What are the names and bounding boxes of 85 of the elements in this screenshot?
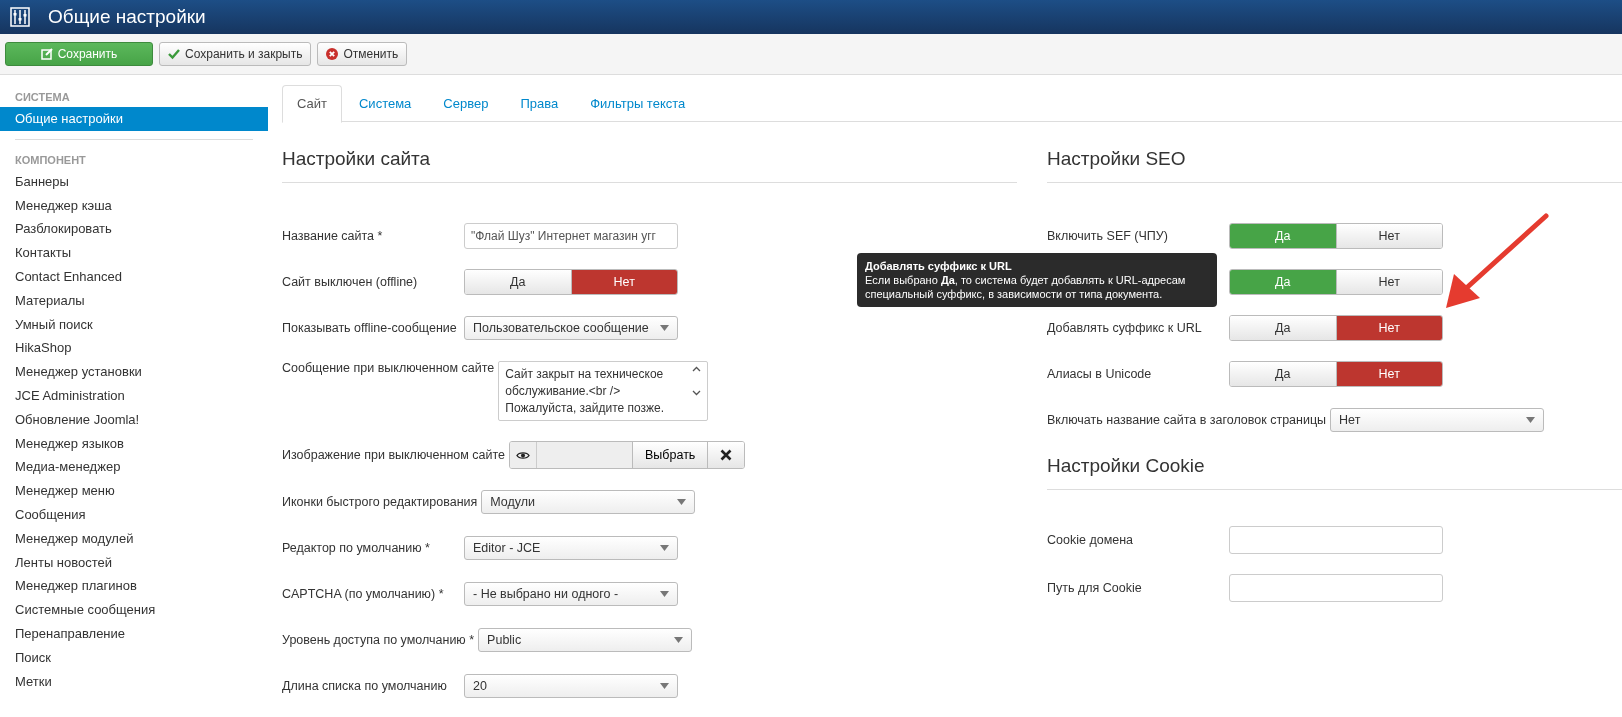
field-label: Изображение при выключенном сайте bbox=[282, 448, 507, 462]
field-label: Длина списка по умолчанию bbox=[282, 679, 448, 693]
field-label: Алиасы в Unicode bbox=[1047, 367, 1153, 381]
sidebar-item[interactable]: Менеджер модулей bbox=[0, 526, 268, 551]
no-option[interactable]: Нет bbox=[1335, 316, 1442, 340]
text-field[interactable]: "Флай Шуз" Интернет магазин угг bbox=[464, 223, 678, 249]
no-option[interactable]: Нет bbox=[1335, 224, 1442, 248]
caret-icon bbox=[660, 683, 669, 689]
text-area[interactable]: Сайт закрыт на техническое обслуживание.<br /> Пожалуйста, зайдите позже. bbox=[498, 361, 709, 421]
sidebar-heading: КОМПОНЕНТ bbox=[14, 152, 87, 168]
page-title: Общие настройки bbox=[48, 6, 206, 28]
tooltip-title: Добавлять суффикс к URL bbox=[865, 259, 1013, 273]
yes-option[interactable]: Да bbox=[465, 270, 571, 294]
sidebar-item[interactable]: Баннеры bbox=[0, 169, 268, 194]
caret-icon bbox=[660, 325, 669, 331]
field-label: Добавлять суффикс к URL bbox=[1047, 321, 1203, 335]
dropdown[interactable]: Editor - JCE bbox=[464, 536, 678, 560]
section-title: Настройки Cookie bbox=[1047, 455, 1622, 490]
no-option[interactable]: Нет bbox=[1335, 362, 1442, 386]
tab[interactable]: Сервер bbox=[428, 85, 504, 121]
field-label: Сайт выключен (offline) bbox=[282, 275, 419, 289]
field-label: Сообщение при выключенном сайте bbox=[282, 361, 496, 375]
sidebar-item[interactable]: Сообщения bbox=[0, 502, 268, 527]
field-label: Cookie домена bbox=[1047, 533, 1135, 547]
sidebar-item[interactable]: Общие настройки bbox=[0, 107, 268, 131]
checkmark-icon bbox=[168, 48, 180, 60]
yes-option[interactable]: Да bbox=[1230, 316, 1336, 340]
dropdown[interactable]: Модули bbox=[481, 490, 696, 514]
sidebar-item[interactable]: Перенаправление bbox=[0, 621, 268, 646]
sidebar-item[interactable]: Менеджер плагинов bbox=[0, 574, 268, 599]
sidebar-item[interactable]: Материалы bbox=[0, 288, 268, 313]
sidebar-item[interactable]: Обновление Joomla! bbox=[0, 407, 268, 432]
tab[interactable]: Права bbox=[505, 85, 574, 121]
dropdown[interactable]: Нет bbox=[1330, 408, 1545, 432]
dropdown[interactable]: - Не выбрано ни одного - bbox=[464, 582, 678, 606]
sidebar-item[interactable]: Менеджер языков bbox=[0, 431, 268, 456]
edit-icon bbox=[40, 48, 53, 60]
sidebar-item[interactable]: Медиа-менеджер bbox=[0, 455, 268, 480]
text-field[interactable] bbox=[1229, 574, 1443, 602]
sidebar-item[interactable]: Ленты новостей bbox=[0, 550, 268, 575]
sidebar-heading: СИСТЕМА bbox=[14, 90, 71, 105]
tab[interactable]: Сайт bbox=[282, 85, 342, 123]
no-option[interactable]: Нет bbox=[570, 270, 677, 294]
field-label: Название сайта * bbox=[282, 229, 384, 243]
sidebar-item[interactable]: Умный поиск bbox=[0, 312, 268, 337]
sidebar-item[interactable]: Менеджер установки bbox=[0, 360, 268, 384]
no-option[interactable]: Нет bbox=[1335, 270, 1442, 294]
apply-button[interactable]: Сохранить и закрыть bbox=[159, 42, 312, 66]
field-label: Уровень доступа по умолчанию * bbox=[282, 633, 476, 647]
cancel-icon bbox=[326, 48, 339, 60]
dropdown[interactable]: Пользовательское сообщение bbox=[464, 316, 678, 340]
sliders-icon bbox=[10, 7, 30, 27]
field-label: Включать название сайта в заголовок страницы bbox=[1047, 413, 1328, 427]
sidebar-item[interactable]: Разблокировать bbox=[0, 217, 268, 242]
sidebar-item[interactable]: Контакты bbox=[0, 241, 268, 265]
tooltip-text: Если выбрано Да, то система будет добавлять к URL-адресам специальный суффикс, в зависимости от типа документа. bbox=[865, 273, 1187, 301]
section-title: Настройки SEO bbox=[1047, 148, 1622, 183]
yes-option[interactable]: Да bbox=[1230, 362, 1336, 386]
sidebar-item[interactable]: Метки bbox=[0, 669, 268, 694]
sidebar-item[interactable]: Contact Enhanced bbox=[0, 265, 268, 289]
field-label: Иконки быстрого редактирования bbox=[282, 495, 479, 509]
sidebar-item[interactable]: JCE Administration bbox=[0, 383, 268, 408]
scroll-arrows-icon bbox=[692, 366, 702, 396]
sidebar-item[interactable]: Менеджер меню bbox=[0, 479, 268, 503]
cancel-button[interactable]: Отменить bbox=[317, 42, 408, 66]
caret-icon bbox=[660, 545, 669, 551]
field-label: Путь для Cookie bbox=[1047, 581, 1143, 595]
sidebar-item[interactable]: HikaShop bbox=[0, 336, 268, 361]
field-label: Редактор по умолчанию * bbox=[282, 541, 431, 555]
field-label: Показывать offline-сообщение bbox=[282, 321, 458, 335]
caret-icon bbox=[677, 499, 687, 505]
field-label: CAPTCHA (по умолчанию) * bbox=[282, 587, 445, 601]
sidebar-item[interactable]: Системные сообщения bbox=[0, 598, 268, 622]
tab[interactable]: Система bbox=[344, 85, 427, 121]
caret-icon bbox=[660, 591, 669, 597]
tab[interactable]: Фильтры текста bbox=[575, 85, 701, 121]
dropdown[interactable]: Public bbox=[478, 628, 693, 652]
text-field[interactable] bbox=[1229, 526, 1443, 554]
caret-icon bbox=[1526, 417, 1536, 423]
dropdown[interactable]: 20 bbox=[464, 674, 678, 698]
section-title: Настройки сайта bbox=[282, 148, 1017, 183]
sidebar-item[interactable]: Поиск bbox=[0, 645, 268, 670]
sidebar-item[interactable]: Менеджер кэша bbox=[0, 193, 268, 218]
caret-icon bbox=[674, 637, 684, 643]
field-label: Включить SEF (ЧПУ) bbox=[1047, 229, 1169, 243]
